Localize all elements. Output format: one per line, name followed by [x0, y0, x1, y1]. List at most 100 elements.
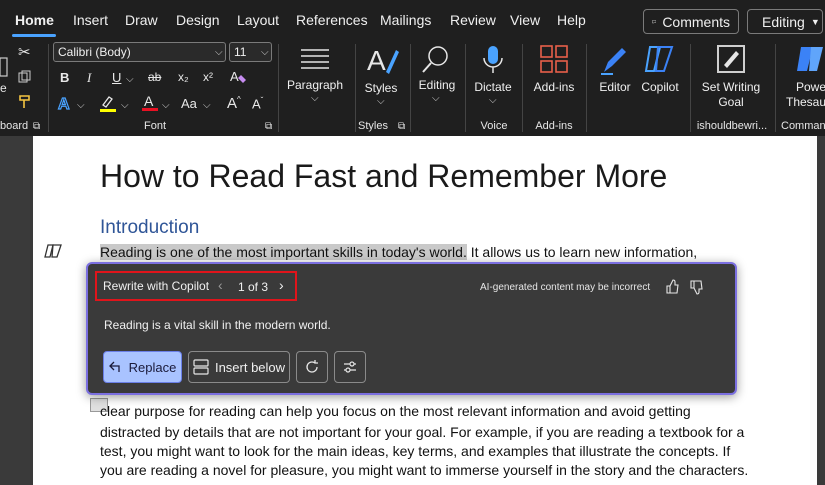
addins-icon [540, 45, 568, 73]
document-paragraph-line[interactable]: Reading is one of the most important ski… [100, 244, 697, 260]
change-case-button[interactable]: Aa [181, 96, 197, 111]
copilot-margin-icon[interactable] [44, 243, 62, 259]
addins-group-label: Add-ins [535, 120, 573, 132]
paragraph-label: Paragraph [286, 78, 344, 92]
chevron-down-icon: ⌵ [377, 96, 385, 107]
editor-pen-icon [601, 48, 626, 75]
ribbon: e ✂ board ⧉ Calibri (Body) ⌵ 11 ⌵ B I U … [0, 38, 825, 136]
tab-mailings[interactable]: Mailings [380, 12, 431, 28]
tab-view[interactable]: View [510, 12, 540, 28]
document-paragraph-line[interactable]: distracted by details that are not impor… [100, 424, 744, 440]
separator [355, 44, 356, 132]
separator [522, 44, 523, 132]
tab-design[interactable]: Design [176, 12, 220, 28]
editing-mode-label: Editing [762, 13, 805, 30]
document-title[interactable]: How to Read Fast and Remember More [100, 158, 667, 195]
replace-label: Replace [128, 359, 177, 375]
thesaurus-label: Thesau [786, 95, 825, 109]
previous-suggestion-icon[interactable]: ‹ [218, 277, 223, 293]
tab-help[interactable]: Help [557, 12, 586, 28]
tab-references[interactable]: References [296, 12, 368, 28]
clipboard-group-label: board [0, 120, 29, 132]
svg-text:A: A [367, 45, 386, 76]
active-tab-indicator [12, 34, 56, 37]
separator [465, 44, 466, 132]
chevron-down-icon: ⌵ [121, 100, 129, 111]
set-goal-label-line2: Goal [718, 95, 744, 109]
document-heading[interactable]: Introduction [100, 217, 199, 239]
copilot-ribbon-label: Copilot [641, 80, 679, 94]
separator [586, 44, 587, 132]
format-painter-icon[interactable] [17, 94, 33, 110]
rewrite-suggestion-text: Reading is a vital skill in the modern w… [104, 318, 331, 332]
selected-text[interactable]: Reading is one of the most important ski… [100, 244, 467, 260]
tab-home[interactable]: Home [15, 12, 54, 28]
thumbs-down-icon[interactable] [689, 280, 704, 295]
chevron-down-icon: ⌵ [261, 47, 269, 58]
font-name-value: Calibri (Body) [58, 45, 131, 59]
document-paragraph-line[interactable]: test, you might want to look for the mai… [100, 443, 730, 459]
paste-icon[interactable] [0, 56, 8, 78]
copy-icon[interactable] [18, 70, 32, 84]
regenerate-button[interactable] [296, 351, 328, 383]
replace-button[interactable]: Replace [103, 351, 182, 383]
comments-button[interactable]: Comments [643, 9, 739, 34]
font-launcher-icon[interactable]: ⧉ [265, 121, 272, 132]
svg-text:A: A [230, 69, 239, 84]
grow-font-icon[interactable]: A^ [227, 95, 241, 112]
chevron-down-icon: ⌵ [77, 100, 85, 111]
chevron-down-icon: ⌵ [126, 74, 134, 85]
comments-label: Comments [662, 13, 730, 30]
styles-launcher-icon[interactable]: ⧉ [398, 121, 405, 132]
clear-formatting-icon[interactable]: A [229, 68, 247, 86]
tab-draw[interactable]: Draw [125, 12, 158, 28]
clipboard-launcher-icon[interactable]: ⧉ [33, 121, 40, 132]
bold-button[interactable]: B [60, 70, 69, 85]
document-paragraph-line[interactable]: clear purpose for reading can help you f… [100, 403, 691, 419]
subscript-button[interactable]: x₂ [178, 70, 189, 84]
strikethrough-button[interactable]: ab [148, 70, 161, 84]
chevron-down-icon: ⌵ [203, 100, 211, 111]
paste-label-fragment: e [0, 81, 7, 95]
shrink-font-icon[interactable]: Aˇ [252, 96, 263, 111]
chevron-down-icon: ⌵ [162, 100, 170, 111]
styles-icon: A [367, 45, 399, 76]
refresh-icon [306, 360, 318, 373]
italic-button[interactable]: I [87, 70, 91, 86]
underline-button[interactable]: U [112, 70, 121, 85]
replace-icon [108, 361, 120, 372]
set-goal-label: Set Writing [701, 80, 761, 94]
svg-text:A: A [144, 93, 154, 109]
svg-text:A: A [58, 96, 70, 112]
separator [775, 44, 776, 132]
superscript-button[interactable]: x² [203, 70, 213, 84]
thumbs-up-icon[interactable] [665, 279, 680, 294]
styles-label: Styles [364, 81, 398, 95]
chevron-down-icon: ⌵ [489, 95, 497, 106]
adjust-button[interactable] [334, 351, 366, 383]
power-thesaurus-icon [797, 47, 823, 71]
addins-label: Add-ins [533, 80, 575, 94]
comment-icon [652, 19, 657, 24]
insert-below-label: Insert below [214, 359, 286, 375]
font-color-icon[interactable]: A [141, 93, 159, 112]
document-paragraph-line[interactable]: you are reading a novel for pleasure, yo… [100, 462, 748, 478]
tab-review[interactable]: Review [450, 12, 496, 28]
insert-below-button[interactable]: Insert below [188, 351, 290, 383]
tab-layout[interactable]: Layout [237, 12, 279, 28]
paragraph-text: It allows us to learn new information, [466, 244, 698, 260]
dictate-label: Dictate [474, 80, 512, 94]
tab-insert[interactable]: Insert [73, 12, 108, 28]
next-suggestion-icon[interactable]: › [279, 277, 284, 293]
text-effects-icon[interactable]: A [57, 94, 73, 112]
highlighter-icon[interactable] [99, 94, 117, 112]
tab-bar: Home Insert Draw Design Layout Reference… [0, 0, 825, 38]
insert-below-icon [193, 359, 209, 375]
editing-mode-button[interactable]: Editing ▼ [747, 9, 823, 34]
cut-icon[interactable]: ✂ [18, 43, 31, 61]
ai-disclaimer: AI-generated content may be incorrect [480, 282, 651, 293]
separator [278, 44, 279, 132]
search-icon [422, 46, 448, 73]
styles-group-label: Styles [358, 120, 388, 132]
font-name-select[interactable]: Calibri (Body) [53, 42, 226, 62]
